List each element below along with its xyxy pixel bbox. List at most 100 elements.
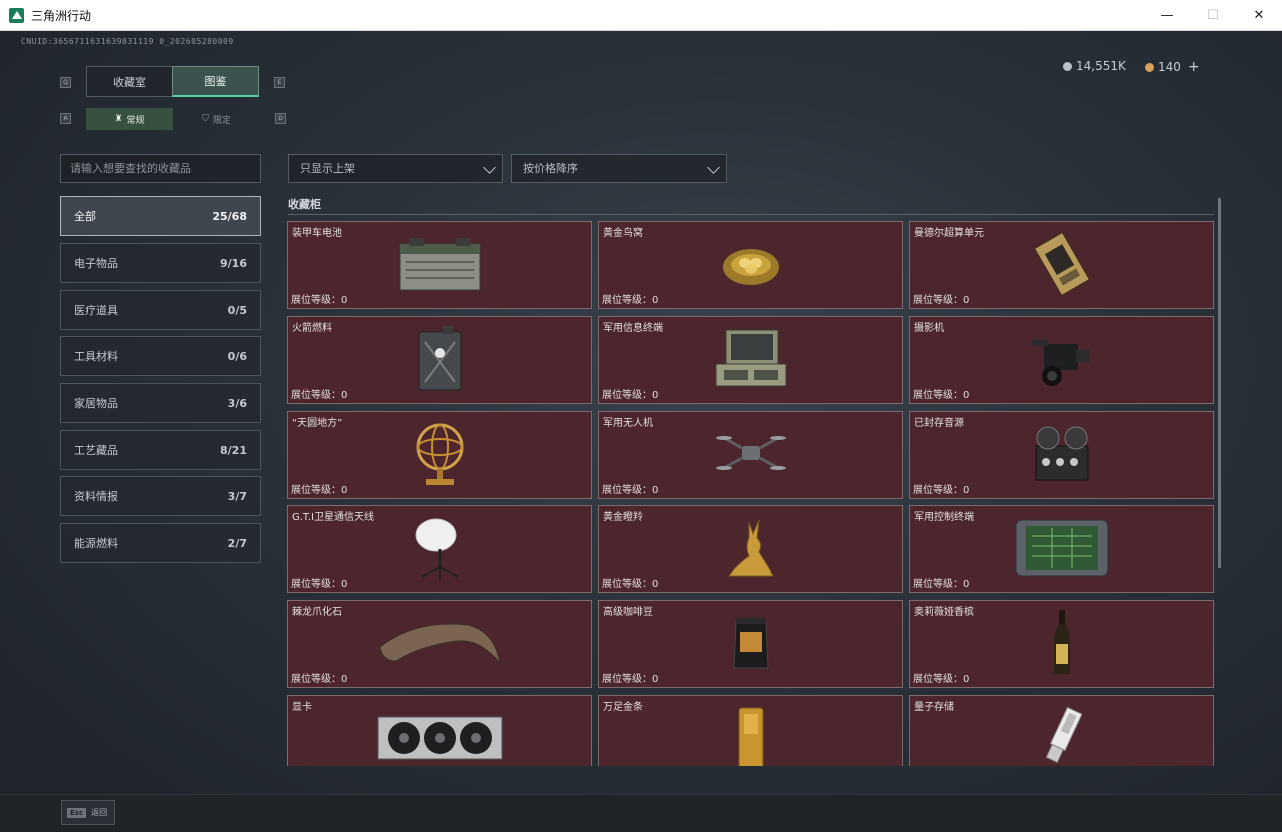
search-input[interactable]: 请输入想要查找的收藏品 [60,154,261,183]
circuit-board-icon [1032,231,1092,299]
collection-item-card[interactable]: 已封存音源展位等级：0 [909,411,1214,499]
collection-item-card[interactable]: “天圆地方” 展位等级：0 [287,411,592,499]
item-level: 展位等级：0 [291,481,347,496]
add-currency-button[interactable]: + [1188,59,1200,75]
fuel-can-icon [413,326,467,396]
item-name: “天圆地方” [292,418,343,429]
level-label: 展位等级： [291,485,341,496]
collection-item-card[interactable]: 火箭燃料 展位等级：0 [287,316,592,404]
category-count: 2/7 [227,536,247,550]
item-name: 军用无人机 [603,418,653,429]
item-level: 展位等级：0 [913,481,969,496]
item-name: 军用信息终端 [603,323,663,334]
gold-amount: 140 [1158,60,1181,74]
item-level: 展位等级：0 [602,291,658,306]
category-medical[interactable]: 医疗道具 0/5 [60,290,261,330]
item-name: 摄影机 [914,323,944,334]
item-level: 展位等级：0 [913,670,969,685]
category-crafts[interactable]: 工艺藏品 8/21 [60,430,261,470]
maximize-button[interactable]: ☐ [1190,0,1236,31]
item-name: 黄金鸟窝 [603,228,643,239]
subtab-limited[interactable]: ⛉ 限定 [173,108,260,130]
bottom-bar: Esc 返回 [0,794,1282,832]
back-label: 返回 [91,808,108,817]
app-root: 三角洲行动 — ☐ ✕ CNUID:3656711631639831119 0_… [0,0,1282,832]
level-label: 展位等级： [913,295,963,306]
sort-dropdown[interactable]: 按价格降序 [511,154,727,183]
level-value: 0 [341,390,348,401]
level-value: 0 [341,674,348,685]
item-level: 展位等级：0 [913,575,969,590]
gpu-icon [376,713,504,766]
category-count: 0/6 [227,349,247,363]
filter-listed-dropdown[interactable]: 只显示上架 [288,154,503,183]
silver-coin-icon [1063,61,1072,71]
collection-item-card[interactable]: 显卡 [287,695,592,766]
collection-item-card[interactable]: 奥莉薇娅香槟 展位等级：0 [909,600,1214,688]
item-level: 展位等级：0 [913,386,969,401]
armillary-icon [412,419,468,493]
item-name: 棘龙爪化石 [292,607,342,618]
item-name: 已封存音源 [914,418,964,429]
close-button[interactable]: ✕ [1236,0,1282,31]
tab-collection-room[interactable]: 收藏室 [86,66,173,97]
collection-item-card[interactable]: 万足金条 [598,695,903,766]
currency-gold: 140 + [1145,59,1200,75]
level-label: 展位等级： [602,390,652,401]
collection-item-card[interactable]: 军用信息终端 展位等级：0 [598,316,903,404]
level-label: 展位等级： [913,579,963,590]
category-electronics[interactable]: 电子物品 9/16 [60,243,261,283]
item-level: 展位等级：0 [602,386,658,401]
item-level: 展位等级：0 [602,575,658,590]
level-label: 展位等级： [602,674,652,685]
item-name: 火箭燃料 [292,323,332,334]
category-count: 0/5 [227,303,247,317]
level-value: 0 [652,390,659,401]
back-button[interactable]: Esc 返回 [61,800,115,825]
category-household[interactable]: 家居物品 3/6 [60,383,261,423]
category-count: 9/16 [220,256,247,270]
item-name: 军用控制终端 [914,512,974,523]
golden-nest-icon [720,239,782,293]
category-count: 25/68 [212,209,247,223]
item-level: 展位等级：0 [291,291,347,306]
silver-amount: 14,551K [1076,59,1126,73]
category-energy[interactable]: 能源燃料 2/7 [60,523,261,563]
collection-item-card[interactable]: 摄影机展位等级：0 [909,316,1214,404]
collection-item-card[interactable]: G.T.I卫星通信天线 展位等级：0 [287,505,592,593]
level-label: 展位等级： [913,485,963,496]
subtab-regular[interactable]: ♜ 常规 [86,108,173,130]
app-logo-icon [9,7,24,23]
collection-item-card[interactable]: 黄金鸟窝展位等级：0 [598,221,903,309]
item-name: 万足金条 [603,702,643,713]
drone-icon [715,428,786,484]
key-hint-a: A [60,113,71,124]
level-label: 展位等级： [913,674,963,685]
collection-item-card[interactable]: 军用无人机 展位等级：0 [598,411,903,499]
level-value: 0 [652,295,659,306]
collection-item-card[interactable]: 棘龙爪化石 展位等级：0 [287,600,592,688]
camera-icon [1030,330,1094,392]
collection-item-card[interactable]: 黄金瞪羚 展位等级：0 [598,505,903,593]
window-titlebar: 三角洲行动 — ☐ ✕ [0,0,1282,31]
grid-scrollbar[interactable] [1218,198,1221,568]
collection-item-card[interactable]: 装甲车电池 展位等级：0 [287,221,592,309]
level-value: 0 [341,579,348,590]
level-value: 0 [963,485,970,496]
item-name: G.T.I卫星通信天线 [292,512,374,523]
category-count: 3/7 [227,489,247,503]
claw-fossil-icon [376,617,504,673]
collection-item-card[interactable]: 曼德尔超算单元 展位等级：0 [909,221,1214,309]
tab-catalog[interactable]: 图鉴 [172,66,259,97]
collection-item-card[interactable]: 高级咖啡豆 展位等级：0 [598,600,903,688]
collection-item-card[interactable]: 量子存储 [909,695,1214,766]
minimize-button[interactable]: — [1144,0,1190,31]
level-value: 0 [341,295,348,306]
collection-item-card[interactable]: 军用控制终端展位等级：0 [909,505,1214,593]
category-intel[interactable]: 资料情报 3/7 [60,476,261,516]
reel-recorder-icon [1030,424,1094,488]
category-tools[interactable]: 工具材料 0/6 [60,336,261,376]
terminal-case-icon [712,328,790,394]
item-name: 量子存储 [914,702,954,713]
category-all[interactable]: 全部 25/68 [60,196,261,236]
